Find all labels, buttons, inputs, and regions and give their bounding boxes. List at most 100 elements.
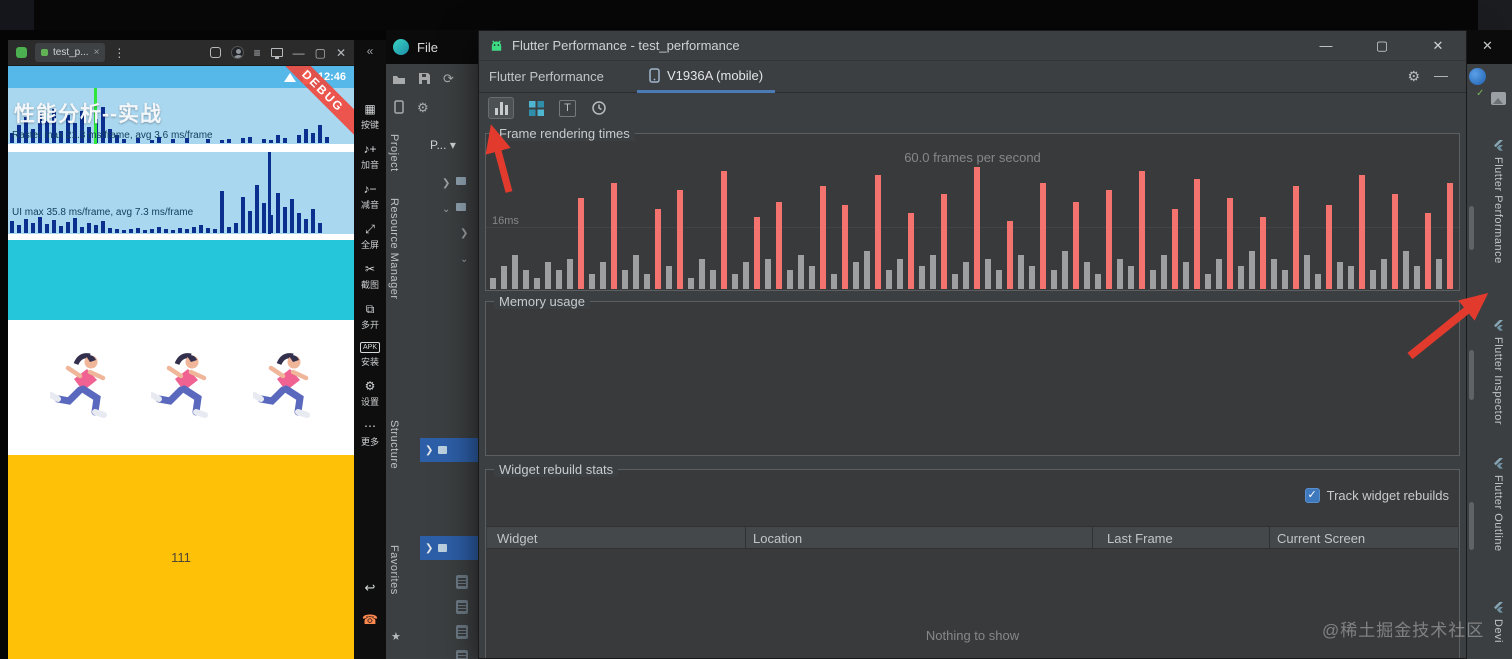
avatar-icon[interactable]	[230, 46, 244, 59]
overlay-bar	[164, 229, 168, 233]
install-apk-icon: APK	[359, 342, 380, 353]
tool-tab-flutter-inspector[interactable]: Flutter Inspector	[1492, 320, 1504, 425]
folder-icon	[438, 544, 448, 552]
phone-screen[interactable]: 12:46 Raster max 21.3 ms/frame, avg 3.6 …	[8, 66, 354, 659]
gear-icon[interactable]: ⚙	[1407, 68, 1420, 85]
close-icon[interactable]: ✕	[1482, 38, 1493, 54]
image-icon[interactable]	[1491, 92, 1506, 105]
frame-chart-toggle-button[interactable]	[488, 97, 514, 119]
column-header-location[interactable]: Location	[753, 527, 802, 550]
tool-tab-flutter-performance[interactable]: Flutter Performance	[1492, 140, 1504, 264]
window-titlebar[interactable]: Flutter Performance - test_performance —…	[479, 31, 1466, 61]
overlay-bar	[227, 227, 231, 233]
tree-chevron-icon[interactable]: ❯	[442, 178, 450, 189]
phone-toolbar-label: 多开	[360, 320, 379, 330]
kebab-menu-icon[interactable]: ⋮	[113, 47, 125, 59]
overlay-bar	[52, 220, 56, 233]
tab-close-icon[interactable]: ×	[94, 47, 100, 58]
display-icon[interactable]	[270, 48, 283, 59]
phone-toolbar-fullscreen[interactable]: ⤢ 全屏	[361, 222, 379, 251]
frame-bar-janky	[974, 167, 980, 289]
scrollbar-thumb[interactable]	[1469, 206, 1474, 250]
maximize-icon[interactable]: ▢	[315, 47, 326, 59]
frame-bar	[1150, 270, 1156, 289]
scrollbar-thumb[interactable]	[1469, 502, 1474, 550]
frame-bar	[490, 278, 496, 289]
frame-bar	[1436, 259, 1442, 289]
open-folder-icon[interactable]	[392, 73, 406, 85]
badge-icon[interactable]	[1469, 68, 1486, 85]
phone-toolbar-more[interactable]: ⋯ 更多	[361, 419, 379, 448]
frame-bar-janky	[1392, 194, 1398, 289]
tab-device[interactable]: V1936A (mobile)	[637, 61, 776, 93]
sidebar-tab-resource-manager[interactable]: Resource Manager	[388, 198, 400, 300]
column-header-widget[interactable]: Widget	[497, 527, 537, 550]
marker-line-blue	[268, 152, 271, 234]
tree-chevron-icon[interactable]: ⌄	[442, 204, 450, 215]
frame-bar	[853, 262, 859, 289]
slow-animations-clock-button[interactable]	[591, 100, 607, 116]
frame-bar	[501, 266, 507, 289]
phone-device-tab[interactable]: test_p... ×	[35, 43, 106, 62]
phone-toolbar-label: 更多	[360, 437, 379, 447]
frame-bar-janky	[875, 175, 881, 289]
file-icon[interactable]	[456, 650, 468, 659]
performance-overlay-toggle-button[interactable]	[529, 100, 544, 116]
save-icon[interactable]	[418, 72, 431, 85]
sdk-manager-icon[interactable]: ⚙	[417, 101, 429, 114]
overlay-bar	[129, 229, 133, 233]
more-icon: ⋯	[363, 419, 376, 433]
overlay-bar	[136, 228, 140, 233]
hamburger-menu-icon[interactable]: ≡	[254, 47, 261, 59]
flutter-performance-window: Flutter Performance - test_performance —…	[478, 30, 1467, 659]
memory-usage-section: Memory usage	[485, 294, 1460, 456]
project-tree-selected-row[interactable]: ❯	[420, 438, 478, 462]
phone-titlebar: test_p... × ⋮ ≡ — ▢ ✕	[8, 40, 354, 66]
project-tree-selected-row[interactable]: ❯	[420, 536, 478, 560]
column-header-current-screen[interactable]: Current Screen	[1277, 527, 1365, 550]
phone-toolbar-multi-window[interactable]: ⧉ 多开	[361, 302, 379, 331]
file-icon[interactable]	[456, 600, 468, 614]
phone-toolbar-install-apk[interactable]: APK 安装	[359, 342, 380, 368]
scrollbar-thumb[interactable]	[1469, 350, 1474, 400]
volume-up-icon: ♪+	[363, 142, 377, 156]
back-icon[interactable]: ↩	[354, 580, 386, 596]
phone-toolbar-keypad[interactable]: ▦ 按键	[361, 102, 379, 131]
minimize-button[interactable]: —	[1298, 31, 1354, 61]
ide-toolbar-row2: ⚙	[394, 100, 429, 114]
frame-bar	[809, 266, 815, 289]
sidebar-tab-project[interactable]: Project	[388, 134, 400, 172]
phone-toolbar-volume-up[interactable]: ♪+ 加音	[361, 142, 379, 171]
maximize-button[interactable]: ▢	[1354, 31, 1410, 61]
tool-tab-device[interactable]: Devi	[1492, 602, 1504, 643]
collapse-icon[interactable]: «	[354, 44, 386, 58]
end-call-icon[interactable]: ☎	[354, 612, 386, 628]
screenshot-root: test_p... × ⋮ ≡ — ▢ ✕ 12:46 Raster max 2…	[0, 0, 1512, 659]
capture-icon[interactable]	[209, 47, 221, 58]
phone-toolbar-volume-down[interactable]: ♪− 减音	[361, 182, 379, 211]
close-icon[interactable]: ✕	[336, 47, 346, 59]
phone-toolbar-settings[interactable]: ⚙ 设置	[361, 379, 379, 408]
phone-toolbar-items: ▦ 按键 ♪+ 加音 ♪− 减音 ⤢ 全屏 ✂ 截图 ⧉ 多开 APK 安装 ⚙ 设置 ⋯ 更多	[354, 102, 386, 448]
project-panel-header[interactable]: P... ▾	[430, 138, 456, 152]
frame-bar-janky	[941, 194, 947, 289]
tool-tab-flutter-outline[interactable]: Flutter Outline	[1492, 458, 1504, 552]
file-icon[interactable]	[456, 625, 468, 639]
overlay-bar	[94, 225, 98, 233]
device-manager-icon[interactable]	[394, 100, 404, 114]
debug-paint-text-button[interactable]: T	[559, 99, 576, 117]
column-header-last-frame[interactable]: Last Frame	[1107, 527, 1173, 550]
tree-chevron-icon[interactable]: ❯	[460, 228, 468, 239]
sidebar-tab-favorites[interactable]: Favorites	[388, 545, 400, 595]
tree-chevron-icon[interactable]: ⌄	[460, 254, 468, 265]
phone-toolbar-screenshot[interactable]: ✂ 截图	[361, 262, 379, 291]
sidebar-tab-structure[interactable]: Structure	[388, 420, 400, 469]
track-rebuilds-checkbox[interactable]: ✓	[1304, 488, 1320, 503]
file-icon[interactable]	[456, 575, 468, 589]
frame-bar	[589, 274, 595, 289]
close-button[interactable]: ✕	[1410, 31, 1466, 61]
sync-icon[interactable]: ⟳	[443, 72, 454, 85]
menu-file[interactable]: File	[417, 40, 438, 55]
hide-panel-icon[interactable]: —	[1434, 67, 1448, 83]
minimize-icon[interactable]: —	[293, 47, 305, 59]
